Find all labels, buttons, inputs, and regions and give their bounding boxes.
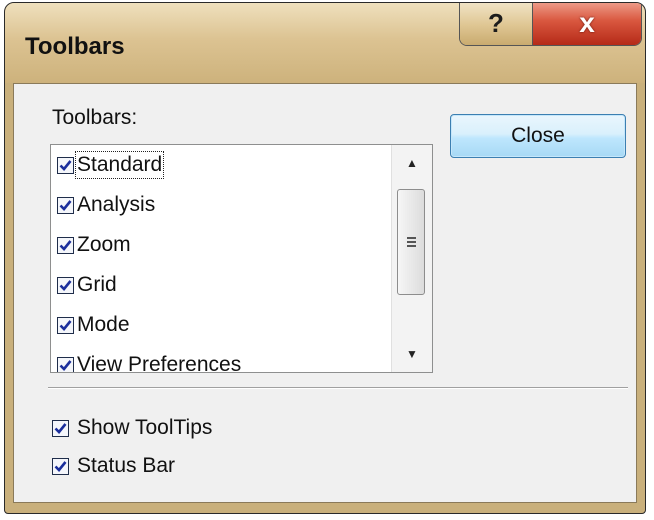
close-button[interactable]: Close [450,114,626,158]
toolbar-list-item-label: View Preferences [77,353,242,373]
toolbar-checkbox[interactable] [57,356,74,372]
toolbar-checkbox[interactable] [57,196,74,214]
caption-buttons: ? x [459,3,642,46]
show-tooltips-option[interactable]: Show ToolTips [52,416,212,440]
window-title: Toolbars [25,33,125,60]
toolbars-dialog: Toolbars ? x Toolbars: Standard Analysis Z… [4,2,646,514]
toolbar-checkbox[interactable] [57,276,74,294]
show-tooltips-label: Show ToolTips [77,416,213,439]
help-button[interactable]: ? [460,3,533,45]
checkmark-icon [59,199,72,211]
checkmark-icon [59,279,72,291]
scroll-up-arrow-icon[interactable]: ▲ [392,145,432,181]
help-icon: ? [488,7,504,38]
close-icon: x [579,7,595,38]
toolbar-list-item-label: Zoom [77,233,131,256]
toolbar-list-item[interactable]: Zoom [51,225,381,265]
checkmark-icon [59,319,72,331]
scroll-down-arrow-icon[interactable]: ▼ [392,336,432,372]
grip-icon [406,237,416,247]
separator [48,387,628,389]
window-close-button[interactable]: x [533,3,641,45]
listbox-scrollbar[interactable]: ▲ ▼ [391,145,432,372]
status-bar-option[interactable]: Status Bar [52,454,175,478]
scroll-thumb[interactable] [397,189,425,295]
checkmark-icon [54,460,67,472]
toolbar-checkbox[interactable] [57,316,74,334]
toolbar-list-item[interactable]: Grid [51,265,381,305]
toolbar-list-item-label: Standard [74,151,165,179]
toolbar-checkbox[interactable] [57,156,74,174]
checkmark-icon [54,422,67,434]
toolbar-list-item-label: Analysis [77,193,156,216]
checkmark-icon [59,159,72,171]
status-bar-checkbox[interactable] [52,457,69,475]
dialog-body: Toolbars: Standard Analysis Zoom Grid Mode Vi… [13,83,637,503]
status-bar-label: Status Bar [77,454,176,477]
checkmark-icon [59,239,72,251]
toolbars-label: Toolbars: [52,106,138,129]
checkmark-icon [59,359,72,371]
toolbar-list-item[interactable]: Analysis [51,185,381,225]
toolbar-list-item-label: Mode [77,313,130,336]
title-bar[interactable]: Toolbars ? x [5,3,645,83]
toolbar-checkbox[interactable] [57,236,74,254]
toolbar-list-item-label: Grid [77,273,117,296]
toolbar-list-item[interactable]: View Preferences [51,345,381,373]
toolbars-listbox[interactable]: Standard Analysis Zoom Grid Mode View Prefere… [50,144,433,373]
toolbar-list-item[interactable]: Mode [51,305,381,345]
show-tooltips-checkbox[interactable] [52,419,69,437]
toolbar-list-item[interactable]: Standard [51,145,381,185]
